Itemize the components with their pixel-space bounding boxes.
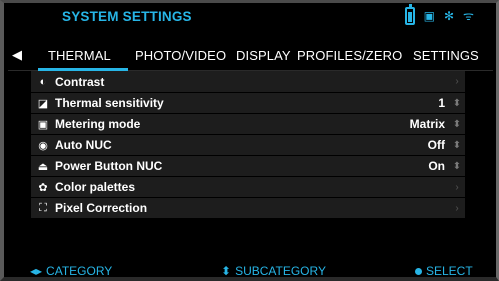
setting-label: Metering mode (55, 117, 141, 131)
setting-row-color-palettes[interactable]: ✿ Color palettes › (31, 176, 465, 197)
battery-icon (404, 4, 415, 25)
setting-value: Off (427, 138, 445, 152)
setting-value: 1 (438, 96, 445, 110)
chevron-right-icon: › (455, 202, 459, 214)
setting-label: Pixel Correction (55, 201, 148, 215)
header-bar: SYSTEM SETTINGS ▣ ✻ ᯤ (4, 3, 496, 33)
tab-photo-video[interactable]: PHOTO/VIDEO (135, 48, 226, 63)
setting-row-contrast[interactable]: ◐ Contrast › (31, 71, 465, 92)
status-icons: ▣ ✻ ᯤ (404, 4, 474, 25)
setting-row-metering-mode[interactable]: ▣ Metering mode Matrix ⬍ (31, 113, 465, 134)
hint-select: SELECT (415, 264, 473, 278)
setting-row-auto-nuc[interactable]: ◉ Auto NUC Off ⬍ (31, 134, 465, 155)
back-arrow-icon[interactable]: ◀ (12, 47, 22, 63)
updown-icon[interactable]: ⬍ (449, 119, 465, 130)
setting-label: Contrast (55, 74, 105, 89)
pixel-correction-icon: ⛶ (39, 201, 47, 214)
setting-row-power-button-nuc[interactable]: ⏏ Power Button NUC On ⬍ (31, 155, 465, 176)
tab-profiles-zero[interactable]: PROFILES/ZERO (297, 48, 402, 63)
updown-icon[interactable]: ⬍ (449, 98, 465, 109)
power-button-nuc-icon: ⏏ (37, 160, 49, 173)
setting-row-pixel-correction[interactable]: ⛶ Pixel Correction › (31, 197, 465, 218)
updown-icon[interactable]: ⬍ (449, 140, 465, 151)
thermal-sensitivity-icon: ◪ (37, 97, 49, 110)
tab-thermal[interactable]: THERMAL (48, 48, 111, 63)
footer-hints: ◂▸ CATEGORY ⬍ SUBCATEGORY SELECT (4, 261, 496, 279)
up-down-arrows-icon: ⬍ (221, 264, 232, 278)
setting-row-thermal-sensitivity[interactable]: ◪ Thermal sensitivity 1 ⬍ (31, 92, 465, 113)
tab-settings[interactable]: SETTINGS (413, 48, 479, 63)
sd-card-icon: ▣ (423, 9, 435, 23)
setting-label: Color palettes (55, 180, 136, 194)
hint-category: ◂▸ CATEGORY (30, 264, 112, 278)
hint-select-label: SELECT (426, 264, 473, 278)
bluetooth-icon: ✻ (443, 9, 455, 23)
setting-value: On (428, 159, 445, 173)
auto-nuc-icon: ◉ (38, 139, 48, 152)
page-title: SYSTEM SETTINGS (62, 9, 192, 24)
hint-subcategory: ⬍ SUBCATEGORY (221, 264, 326, 278)
chevron-right-icon: › (455, 76, 459, 87)
setting-label: Power Button NUC (55, 159, 163, 173)
select-dot-icon (415, 267, 422, 275)
device-screen: SYSTEM SETTINGS ▣ ✻ ᯤ ◀ THERMAL PHOTO/VI… (0, 0, 499, 281)
updown-icon[interactable]: ⬍ (449, 161, 465, 172)
tab-display[interactable]: DISPLAY (236, 48, 291, 63)
left-right-arrows-icon: ◂▸ (30, 264, 43, 278)
setting-label: Auto NUC (55, 138, 112, 152)
settings-list: ◐ Contrast › ◪ Thermal sensitivity 1 ⬍ ▣… (31, 71, 465, 218)
contrast-icon: ◐ (39, 75, 47, 88)
hint-category-label: CATEGORY (46, 264, 113, 278)
chevron-right-icon: › (455, 181, 459, 193)
metering-mode-icon: ▣ (37, 118, 49, 131)
palette-icon: ✿ (38, 181, 48, 194)
setting-value: Matrix (409, 117, 445, 131)
hint-subcategory-label: SUBCATEGORY (235, 264, 326, 278)
category-tabs: ◀ THERMAL PHOTO/VIDEO DISPLAY PROFILES/Z… (4, 47, 496, 69)
wifi-icon: ᯤ (463, 9, 474, 23)
setting-label: Thermal sensitivity (55, 96, 164, 110)
